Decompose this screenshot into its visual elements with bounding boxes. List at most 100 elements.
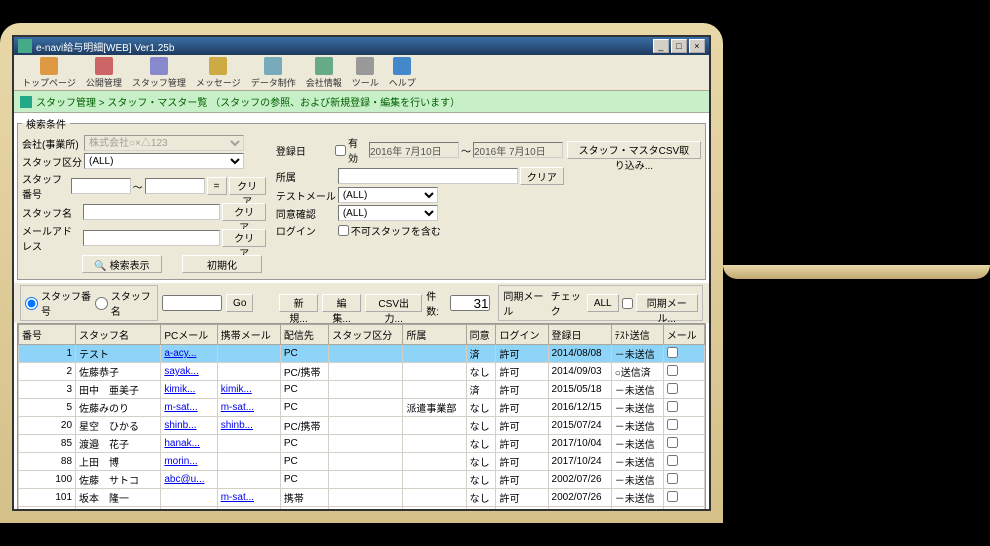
app-icon — [18, 39, 32, 53]
breadcrumb-text: スタッフ管理 > スタッフ・マスター覧 （スタッフの参照、および新規登録・編集を… — [36, 94, 460, 109]
date-to[interactable] — [473, 142, 563, 158]
valid-label: 有効 — [348, 135, 367, 165]
table-row[interactable]: 5佐藤みのりm-sat...m-sat...PC派遣事業部なし許可2016/12… — [19, 399, 705, 417]
row-mail-checkbox[interactable] — [667, 383, 678, 394]
col-header[interactable]: 携帯メール — [217, 325, 280, 345]
col-header[interactable]: メール — [663, 325, 704, 345]
row-mail-checkbox[interactable] — [667, 401, 678, 412]
table-row[interactable]: 20星空 ひかるshinb...shinb...PC/携帯なし許可2015/07… — [19, 417, 705, 435]
col-header[interactable]: 同意 — [466, 325, 496, 345]
count-value — [450, 295, 490, 311]
staffno-label: スタッフ番号 — [22, 171, 69, 201]
go-button[interactable]: Go — [226, 294, 253, 312]
testmail-label: テストメール — [276, 188, 336, 203]
col-header[interactable]: スタッフ区分 — [329, 325, 403, 345]
staff-table-wrap[interactable]: 番号スタッフ名PCメール携帯メール配信先スタッフ区分所属同意ログイン登録日ﾃｽﾄ… — [17, 323, 706, 511]
toolbar-メッセージ[interactable]: メッセージ — [192, 55, 245, 91]
count-label: 件数: — [426, 288, 446, 318]
row-mail-checkbox[interactable] — [667, 365, 678, 376]
radio-staffname[interactable] — [95, 297, 108, 310]
table-row[interactable]: 85渡邉 花子hanak...PCなし許可2017/10/04－未送信 — [19, 435, 705, 453]
staffno-clear-button[interactable]: クリア — [229, 177, 266, 195]
toolbar-ツール[interactable]: ツール — [348, 55, 383, 91]
breadcrumb-icon — [20, 96, 32, 108]
col-header[interactable]: 番号 — [19, 325, 76, 345]
staffname-input[interactable] — [83, 204, 220, 220]
search-button[interactable]: 🔍 検索表示 — [82, 255, 162, 273]
titlebar: e-navi給与明細[WEB] Ver1.25b _ □ × — [14, 37, 709, 55]
division-label: スタッフ区分 — [22, 154, 82, 169]
consent-label: 同意確認 — [276, 206, 336, 221]
staffname-label: スタッフ名 — [22, 205, 81, 220]
consent-select[interactable]: (ALL) — [338, 205, 438, 221]
table-row[interactable]: 2佐藤恭子sayak...PC/携帯なし許可2014/09/03○送信済 — [19, 363, 705, 381]
mail-clear-button[interactable]: クリア — [222, 229, 265, 247]
reset-button[interactable]: 初期化 — [182, 255, 262, 273]
table-row[interactable]: 3田中 亜美子kimik...kimik...PC済許可2015/05/18－未… — [19, 381, 705, 399]
testmail-select[interactable]: (ALL) — [338, 187, 438, 203]
search-mode-group: スタッフ番号 スタッフ名 — [20, 285, 158, 321]
sync-group: 同期メール チェック ALL 同期メール... — [498, 285, 702, 321]
staffno-eq-button[interactable]: = — [207, 177, 227, 195]
toolbar-トップページ[interactable]: トップページ — [18, 55, 80, 91]
action-bar: スタッフ番号 スタッフ名 Go 新規... 編集... CSV出力... 件数:… — [14, 283, 709, 323]
dept-input[interactable] — [338, 168, 518, 184]
new-button[interactable]: 新規... — [279, 294, 318, 312]
table-row[interactable]: 200花野 咲shinb...PC済許可2017/10/02○送信済 — [19, 507, 705, 512]
col-header[interactable]: 所属 — [403, 325, 466, 345]
csv-import-button[interactable]: スタッフ・マスタCSV取り込み... — [567, 141, 701, 159]
row-mail-checkbox[interactable] — [667, 491, 678, 502]
toolbar-公開管理[interactable]: 公開管理 — [82, 55, 126, 91]
toolbar-会社情報[interactable]: 会社情報 — [302, 55, 346, 91]
login-label: ログイン — [276, 223, 336, 238]
breadcrumb: スタッフ管理 > スタッフ・マスター覧 （スタッフの参照、および新規登録・編集を… — [14, 91, 709, 113]
window-title: e-navi給与明細[WEB] Ver1.25b — [36, 39, 651, 54]
csv-export-button[interactable]: CSV出力... — [365, 294, 422, 312]
staffno-sep: ～ — [133, 179, 143, 194]
radio-staffno[interactable] — [25, 297, 38, 310]
col-header[interactable]: PCメール — [161, 325, 217, 345]
table-row[interactable]: 1テストa-acy...PC済許可2014/08/08－未送信 — [19, 345, 705, 363]
col-header[interactable]: ログイン — [496, 325, 548, 345]
all-button[interactable]: ALL — [587, 294, 619, 312]
col-header[interactable]: ﾃｽﾄ送信 — [611, 325, 663, 345]
row-mail-checkbox[interactable] — [667, 437, 678, 448]
sync-mail-button[interactable]: 同期メール... — [636, 294, 698, 312]
table-row[interactable]: 101坂本 隆一m-sat...携帯なし許可2002/07/26－未送信 — [19, 489, 705, 507]
quick-search-input[interactable] — [162, 295, 222, 311]
row-mail-checkbox[interactable] — [667, 455, 678, 466]
maximize-button[interactable]: □ — [671, 39, 687, 53]
row-mail-checkbox[interactable] — [667, 419, 678, 430]
dept-clear-button[interactable]: クリア — [520, 167, 564, 185]
toolbar-ヘルプ[interactable]: ヘルプ — [385, 55, 420, 91]
login-chk-label: 不可スタッフを含む — [351, 223, 441, 238]
staffno-to[interactable] — [145, 178, 205, 194]
toolbar-データ制作[interactable]: データ制作 — [247, 55, 300, 91]
table-row[interactable]: 88上田 博morin...PCなし許可2017/10/24－未送信 — [19, 453, 705, 471]
row-mail-checkbox[interactable] — [667, 509, 678, 512]
sync-checkbox[interactable] — [622, 298, 633, 309]
edit-button[interactable]: 編集... — [322, 294, 361, 312]
company-select[interactable]: 株式会社○×△123 — [84, 135, 244, 151]
valid-checkbox[interactable] — [335, 145, 346, 156]
mail-label: メールアドレス — [22, 223, 81, 253]
close-button[interactable]: × — [689, 39, 705, 53]
table-row[interactable]: 100佐藤 サトコabc@u...PCなし許可2002/07/26－未送信 — [19, 471, 705, 489]
minimize-button[interactable]: _ — [653, 39, 669, 53]
toolbar-スタッフ管理[interactable]: スタッフ管理 — [128, 55, 190, 91]
staffname-clear-button[interactable]: クリア — [222, 203, 265, 221]
division-select[interactable]: (ALL) — [84, 153, 244, 169]
row-mail-checkbox[interactable] — [667, 473, 678, 484]
staff-table: 番号スタッフ名PCメール携帯メール配信先スタッフ区分所属同意ログイン登録日ﾃｽﾄ… — [18, 324, 705, 511]
col-header[interactable]: 登録日 — [548, 325, 611, 345]
mail-input[interactable] — [83, 230, 220, 246]
regdate-label: 登録日 — [276, 143, 333, 158]
company-label: 会社(事業所) — [22, 136, 82, 151]
login-checkbox[interactable] — [338, 225, 349, 236]
col-header[interactable]: スタッフ名 — [76, 325, 161, 345]
col-header[interactable]: 配信先 — [280, 325, 328, 345]
dept-label: 所属 — [276, 169, 336, 184]
row-mail-checkbox[interactable] — [667, 347, 678, 358]
staffno-from[interactable] — [71, 178, 131, 194]
date-from[interactable] — [369, 142, 459, 158]
